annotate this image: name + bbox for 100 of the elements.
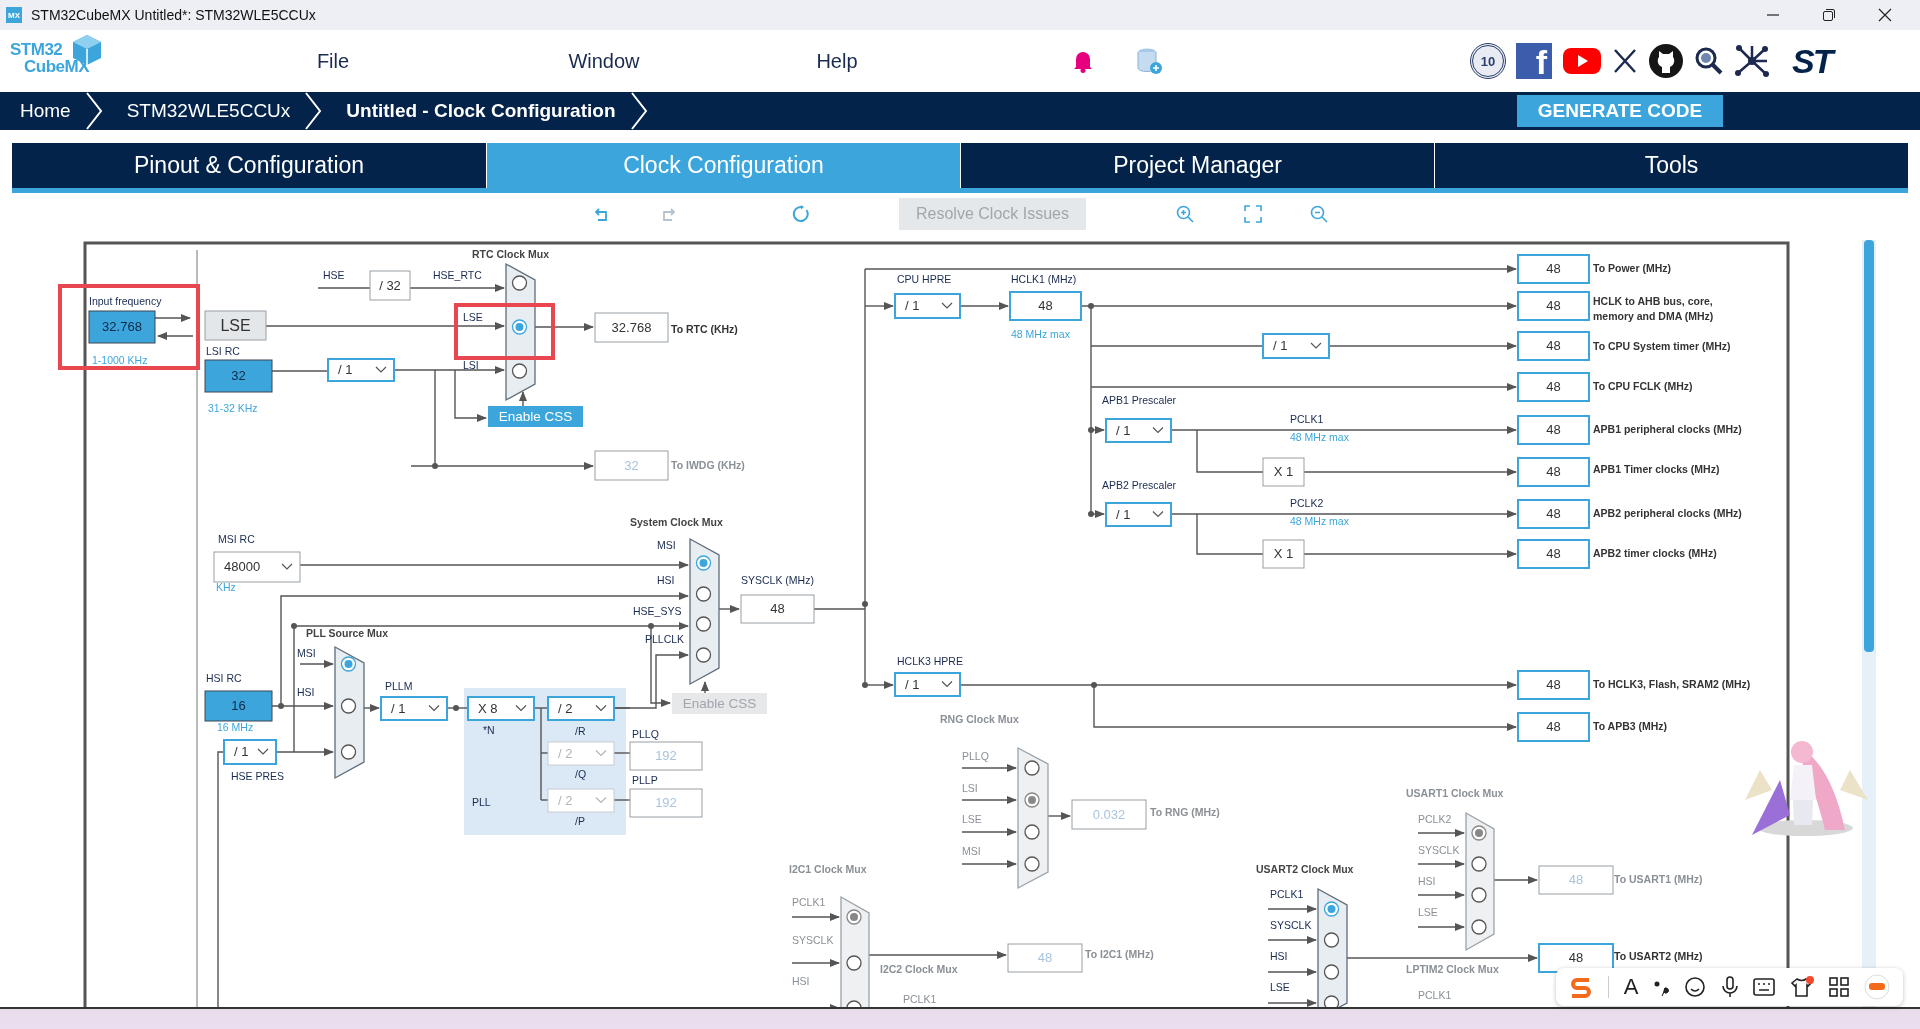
- grid-icon[interactable]: [1828, 977, 1849, 997]
- radio-button[interactable]: [695, 586, 712, 602]
- frequency-output: 48: [1517, 291, 1590, 321]
- prescaler-dropdown[interactable]: / 1: [380, 696, 448, 721]
- cat-icon[interactable]: [1648, 43, 1684, 79]
- prescaler-dropdown[interactable]: 48000: [213, 551, 301, 583]
- close-icon[interactable]: [1878, 8, 1892, 22]
- keyboard-icon[interactable]: [1753, 977, 1776, 997]
- frequency-input[interactable]: 32: [204, 359, 273, 393]
- radio-button[interactable]: [1024, 792, 1040, 808]
- chevron-icon: [304, 92, 323, 130]
- radio-button[interactable]: [340, 656, 357, 672]
- radio-button[interactable]: [1323, 995, 1340, 1007]
- menu-item[interactable]: File: [273, 49, 393, 73]
- frequency-output: 48: [1517, 372, 1590, 402]
- radio-button[interactable]: [1323, 964, 1340, 980]
- shirt-icon[interactable]: [1790, 976, 1815, 998]
- diagram-label: Input frequency: [89, 294, 162, 307]
- play-icon[interactable]: [1562, 46, 1602, 76]
- diagram-label: PLLQ: [632, 727, 659, 740]
- radio-button[interactable]: [1024, 760, 1040, 776]
- menu-item[interactable]: Window: [544, 49, 664, 73]
- tab[interactable]: Pinout & Configuration: [12, 143, 486, 188]
- smiley-icon[interactable]: [1683, 976, 1706, 998]
- breadcrumb-item[interactable]: STM32WLE5CCUx: [126, 100, 291, 122]
- caret-icon: [595, 796, 607, 804]
- tab[interactable]: Project Manager: [960, 143, 1434, 188]
- scrollbar-thumb[interactable]: [1864, 240, 1874, 652]
- frequency-output: 48: [1517, 415, 1590, 445]
- restore-icon[interactable]: [1822, 8, 1836, 22]
- network-icon[interactable]: [1734, 43, 1770, 79]
- microphone-icon[interactable]: [1720, 976, 1739, 998]
- prescaler-dropdown[interactable]: / 1: [1105, 502, 1172, 527]
- diagram-label: 48 MHz max: [1011, 327, 1070, 340]
- diagram-label: SYSCLK: [1270, 918, 1312, 931]
- diagram-label: SYSCLK (MHz): [741, 573, 814, 586]
- frequency-input[interactable]: 32.768: [88, 310, 156, 344]
- radio-button[interactable]: [1471, 856, 1487, 872]
- radio-button[interactable]: [695, 616, 712, 632]
- search-icon[interactable]: [1694, 46, 1724, 76]
- prescaler-dropdown[interactable]: X 8: [467, 696, 535, 721]
- zoom-out-icon[interactable]: [1310, 205, 1328, 223]
- database-icon[interactable]: [1137, 47, 1163, 75]
- menu-item[interactable]: Help: [777, 49, 897, 73]
- diagram-label: HSI RC: [206, 671, 242, 684]
- diagram-label: /R: [575, 724, 586, 737]
- radio-button[interactable]: [340, 698, 357, 714]
- refresh-icon[interactable]: [792, 205, 810, 223]
- prescaler-dropdown[interactable]: / 1: [894, 293, 961, 319]
- radio-button[interactable]: [846, 909, 862, 925]
- radio-button[interactable]: [1024, 824, 1040, 840]
- radio-button[interactable]: [1024, 856, 1040, 872]
- radio-button[interactable]: [1471, 825, 1487, 841]
- prescaler-dropdown[interactable]: / 1: [894, 672, 961, 697]
- facebook-icon[interactable]: f: [1516, 43, 1552, 79]
- radio-button[interactable]: [511, 275, 528, 291]
- prescaler-dropdown[interactable]: / 1: [1105, 418, 1172, 443]
- radio-button[interactable]: [695, 647, 712, 663]
- radio-button[interactable]: [1471, 887, 1487, 903]
- radio-button[interactable]: [846, 1000, 862, 1007]
- value-field: 48: [1007, 943, 1083, 973]
- breadcrumb-item[interactable]: Untitled - Clock Configuration: [346, 100, 616, 122]
- radio-button[interactable]: [511, 319, 528, 335]
- radio-button[interactable]: [695, 555, 712, 571]
- anniversary-badge[interactable]: 10: [1470, 43, 1506, 79]
- breadcrumb-item[interactable]: Home: [20, 100, 71, 122]
- radio-button[interactable]: [340, 744, 357, 760]
- connector-line: [1267, 968, 1317, 976]
- junction-dot: [648, 623, 654, 629]
- bell-icon[interactable]: [1072, 49, 1094, 73]
- avatar-icon[interactable]: [1863, 974, 1890, 1000]
- connector-line: [271, 370, 329, 372]
- diagram-label: LSE: [463, 310, 483, 323]
- x-icon[interactable]: [1612, 48, 1638, 74]
- junction-dot: [862, 682, 868, 688]
- prescaler-dropdown[interactable]: / 1: [1262, 333, 1330, 359]
- diagram-label: To CPU System timer (MHz): [1593, 339, 1731, 352]
- radio-button[interactable]: [1323, 932, 1340, 948]
- prescaler-dropdown[interactable]: / 2: [547, 696, 615, 721]
- diagram-label: APB1 Timer clocks (MHz): [1593, 462, 1720, 475]
- s-logo-icon[interactable]: [1569, 976, 1594, 998]
- chevron-icon: [629, 92, 648, 130]
- value-field: 48: [1538, 865, 1614, 895]
- diagram-label: *N: [483, 723, 495, 736]
- diagram-label: /Q: [575, 767, 587, 780]
- tab[interactable]: Tools: [1434, 143, 1908, 188]
- brand-logo[interactable]: ST: [1786, 41, 1838, 81]
- prescaler-dropdown[interactable]: / 1: [223, 739, 277, 765]
- radio-button[interactable]: [1323, 901, 1340, 917]
- prescaler-dropdown[interactable]: / 1: [327, 358, 395, 382]
- radio-button[interactable]: [1471, 919, 1487, 935]
- diagram-label: APB1 peripheral clocks (MHz): [1593, 422, 1742, 435]
- undo-icon[interactable]: [594, 206, 610, 222]
- diagram-label: LPTIM2 Clock Mux: [1406, 962, 1499, 975]
- frequency-input[interactable]: 16: [204, 690, 273, 722]
- diagram-label: 16 MHz: [217, 720, 254, 733]
- radio-button[interactable]: [511, 363, 528, 379]
- zoom-in-icon[interactable]: [1176, 205, 1194, 223]
- radio-button[interactable]: [846, 955, 862, 971]
- font-toggle[interactable]: A: [1623, 974, 1639, 1000]
